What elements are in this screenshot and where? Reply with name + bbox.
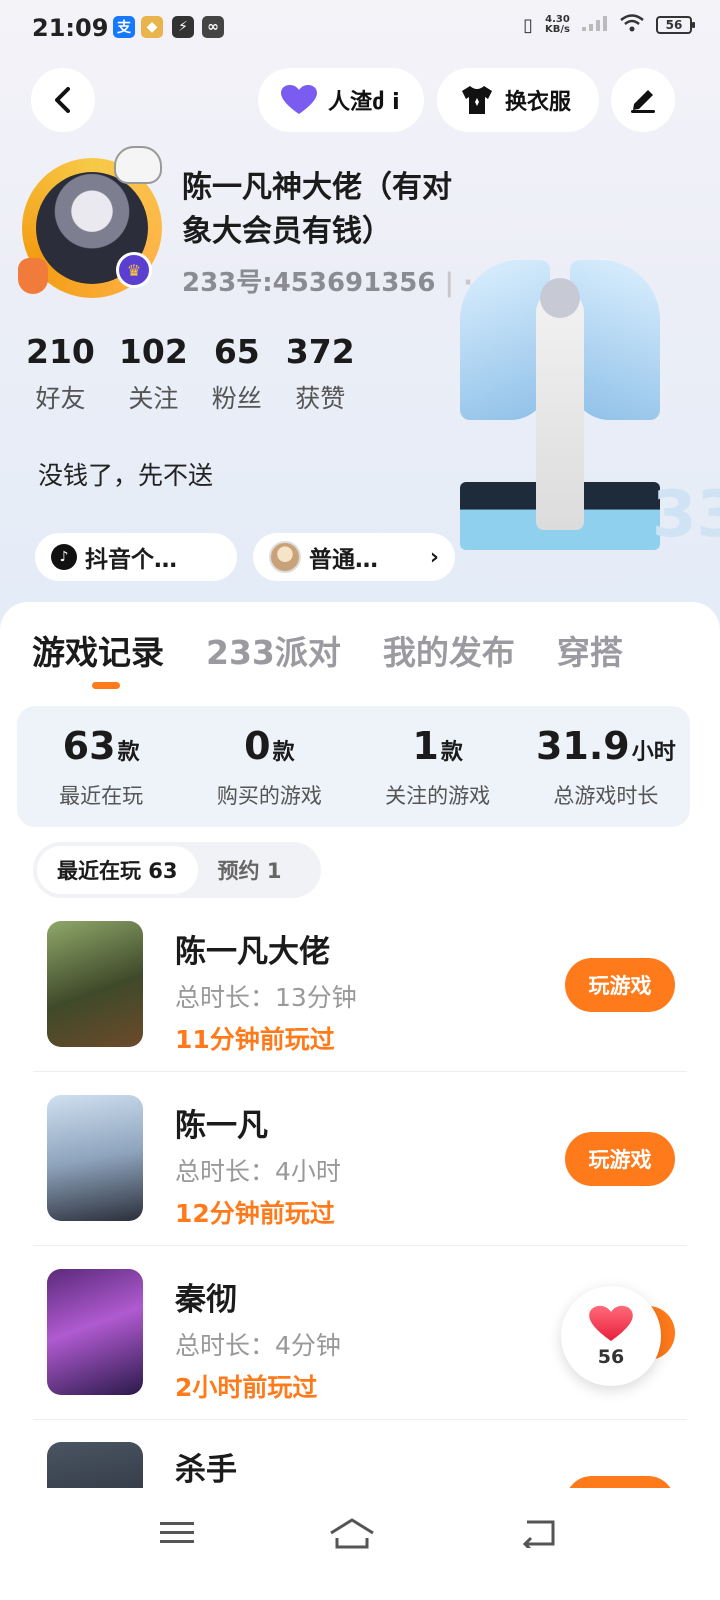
stat-following[interactable]: 102 关注 — [119, 332, 188, 415]
game-duration: 总时长：13分钟 — [175, 983, 357, 1012]
summary-recent[interactable]: 63款 最近在玩 — [17, 706, 185, 827]
game-last-played: 2小时前玩过 — [175, 1373, 318, 1402]
tab-indicator — [92, 682, 120, 689]
subtab-recent[interactable]: 最近在玩 63 — [37, 846, 198, 894]
carrot-decoration-icon — [18, 258, 48, 294]
like-float-button[interactable]: 56 — [561, 1286, 661, 1386]
like-count: 56 — [597, 1346, 625, 1368]
game-cover — [47, 1442, 143, 1490]
battery-icon: 56 — [656, 16, 695, 34]
tiktok-tag[interactable]: ♪ 抖音个… — [35, 533, 237, 581]
game-cover — [47, 1095, 143, 1221]
avatar[interactable]: ♛ — [18, 146, 162, 298]
stat-likes[interactable]: 372 获赞 — [286, 332, 355, 415]
status-time: 21:09 — [32, 14, 109, 42]
level-tag[interactable]: 普通… › — [253, 533, 455, 581]
vibrate-icon: ▯ — [523, 14, 534, 36]
chevron-right-icon: › — [429, 544, 439, 570]
game-summary: 63款 最近在玩 0款 购买的游戏 1款 关注的游戏 31.9小时 总游戏时长 — [17, 706, 690, 827]
game-cover — [47, 921, 143, 1047]
tab-outfits[interactable]: 穿搭 — [557, 626, 623, 674]
persona-button[interactable]: 人渣ძ i — [258, 68, 424, 132]
link-icon: ∞ — [202, 16, 224, 38]
menu-nav-button[interactable] — [147, 1508, 207, 1558]
game-last-played: 11分钟前玩过 — [175, 1025, 335, 1054]
pen-icon — [631, 90, 655, 113]
cat-decoration-icon — [114, 146, 162, 184]
tiktok-icon: ♪ — [51, 544, 77, 570]
game-cover — [47, 1269, 143, 1395]
level-tag-label: 普通… — [309, 547, 378, 573]
signal-icon — [582, 15, 608, 35]
net-speed: 4.30 KB/s — [545, 14, 570, 35]
game-title: 陈一凡大佬 — [175, 934, 330, 970]
wifi-icon — [620, 14, 644, 36]
back-nav-button[interactable] — [508, 1508, 568, 1558]
play-game-button[interactable]: 玩游戏 — [565, 958, 675, 1012]
game-title: 杀手 — [175, 1452, 237, 1488]
status-bar: 21:09 支 ◆ ⚡ ∞ ▯ 4.30 KB/s 56 — [0, 0, 720, 56]
username: 陈一凡神大佬（有对象大会员有钱） — [182, 170, 452, 249]
edit-profile-button[interactable] — [611, 68, 675, 132]
game-last-played: 12分钟前玩过 — [175, 1199, 335, 1228]
game-title: 陈一凡 — [175, 1108, 268, 1144]
heart-icon — [281, 85, 317, 114]
user-id[interactable]: 233号:453691356 | · — [182, 262, 473, 299]
game-icon: ◆ — [141, 16, 163, 38]
bio: 没钱了，先不送 — [38, 461, 214, 490]
alipay-icon: 支 — [113, 16, 135, 38]
figure-head — [540, 278, 580, 318]
list-item[interactable]: 陈一凡大佬 总时长：13分钟 11分钟前玩过 玩游戏 — [33, 898, 687, 1072]
game-duration: 总时长：4小时 — [175, 1157, 341, 1186]
profile-tabs: 游戏记录 233派对 我的发布 穿搭 — [32, 626, 623, 674]
summary-followed[interactable]: 1款 关注的游戏 — [354, 706, 522, 827]
tab-233-party[interactable]: 233派对 — [206, 626, 341, 674]
heart-icon — [589, 1305, 633, 1341]
outfit-button[interactable]: 换衣服 — [437, 68, 599, 132]
chevron-left-icon — [55, 87, 70, 113]
list-item[interactable]: 杀手 — [33, 1420, 687, 1490]
home-icon — [330, 1518, 374, 1549]
figure-body — [536, 290, 584, 530]
list-item[interactable]: 陈一凡 总时长：4小时 12分钟前玩过 玩游戏 — [33, 1072, 687, 1246]
character-figure[interactable] — [460, 250, 660, 550]
tab-game-records[interactable]: 游戏记录 — [32, 626, 164, 674]
summary-purchased[interactable]: 0款 购买的游戏 — [185, 706, 353, 827]
back-arrow-icon — [522, 1520, 555, 1548]
profile-stats: 210 好友 102 关注 65 粉丝 372 获赞 — [26, 332, 355, 415]
outfit-label: 换衣服 — [505, 90, 572, 115]
summary-total-time[interactable]: 31.9小时 总游戏时长 — [522, 706, 690, 827]
game-duration: 总时长：4分钟 — [175, 1331, 341, 1360]
crown-badge-icon: ♛ — [116, 252, 152, 288]
stat-friends[interactable]: 210 好友 — [26, 332, 95, 415]
bolt-icon: ⚡ — [172, 16, 194, 38]
game-subtabs: 最近在玩 63 预约 1 — [33, 842, 321, 898]
subtab-reserved[interactable]: 预约 1 — [198, 846, 302, 894]
stat-followers[interactable]: 65 粉丝 — [212, 332, 262, 415]
back-button[interactable] — [31, 68, 95, 132]
avatar-icon — [269, 541, 301, 573]
home-nav-button[interactable] — [322, 1508, 382, 1558]
game-title: 秦彻 — [175, 1282, 237, 1318]
persona-label: 人渣ძ i — [328, 90, 400, 115]
system-nav-bar — [0, 1488, 720, 1600]
play-game-button[interactable]: 玩游戏 — [565, 1132, 675, 1186]
tiktok-tag-label: 抖音个… — [85, 547, 177, 573]
tshirt-icon — [462, 86, 492, 114]
tab-my-posts[interactable]: 我的发布 — [383, 626, 515, 674]
menu-icon — [160, 1522, 194, 1543]
figure-badge-text: 33 — [652, 478, 720, 552]
